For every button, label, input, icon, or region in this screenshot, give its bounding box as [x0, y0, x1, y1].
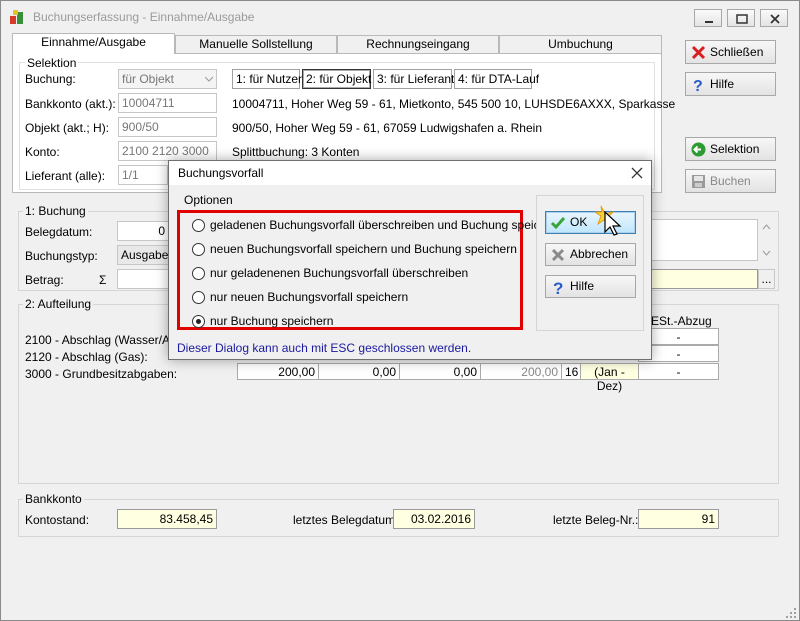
tab-strip: Einnahme/Ausgabe Manuelle Sollstellung R…	[12, 33, 662, 54]
resize-grip-icon[interactable]	[785, 607, 797, 619]
letzte-beleg-nr-label: letzte Beleg-Nr.:	[553, 513, 639, 527]
bankkonto-group-title: Bankkonto	[23, 492, 84, 506]
buchen-button[interactable]: Buchen	[685, 169, 776, 193]
radio-button[interactable]	[192, 243, 205, 256]
konto-info: Splittbuchung: 3 Konten	[232, 145, 360, 159]
tab-manuelle-sollstellung[interactable]: Manuelle Sollstellung	[175, 35, 337, 53]
selektion-title: Selektion	[25, 56, 79, 70]
maximize-button[interactable]	[727, 9, 755, 27]
buchung-group-title: 1: Buchung	[23, 204, 88, 218]
mouse-cursor-icon	[595, 205, 622, 236]
dialog-title: Buchungsvorfall	[178, 166, 264, 180]
dialog-button-panel: OK Abbrechen ? Hilfe	[536, 195, 644, 331]
row-3000-betrag[interactable]: 200,00	[237, 363, 319, 380]
letzte-beleg-nr-field: 91	[638, 509, 719, 529]
betrag-label: Betrag:	[25, 273, 64, 287]
svg-text:?: ?	[693, 78, 703, 92]
maximize-icon	[736, 14, 748, 24]
radio-button[interactable]	[192, 267, 205, 280]
row-3000-est: -	[638, 363, 719, 380]
help-icon: ?	[693, 78, 703, 92]
betrag-field[interactable]	[117, 269, 169, 289]
arrow-left-icon	[691, 142, 706, 157]
buchungstext-field[interactable]	[651, 219, 758, 261]
kontostand-field: 83.458,45	[117, 509, 217, 529]
fuer-lieferant-button[interactable]: 3: für Lieferant	[373, 69, 454, 89]
checkmark-icon	[550, 217, 566, 230]
betrag-sigma: Σ	[99, 273, 107, 287]
minimize-button[interactable]	[694, 9, 722, 27]
bankkonto-field[interactable]: 10004711	[118, 93, 217, 113]
row-3000-col4: 200,00	[480, 363, 562, 380]
bankkonto-label: Bankkonto (akt.):	[25, 97, 116, 111]
buchungstyp-combo[interactable]: Ausgabe	[117, 245, 169, 265]
svg-text:?: ?	[553, 279, 563, 295]
radio-button[interactable]	[192, 291, 205, 304]
buchungstyp-label: Buchungstyp:	[25, 249, 98, 263]
schliessen-button[interactable]: Schließen	[685, 40, 776, 64]
letztes-belegdatum-field: 03.02.2016	[393, 509, 475, 529]
help-icon: ?	[553, 279, 563, 295]
close-icon	[770, 14, 780, 24]
title-bar: Buchungserfassung - Einnahme/Ausgabe	[1, 1, 799, 31]
konto-field[interactable]: 2100 2120 3000	[118, 141, 217, 161]
aufteilung-row-2100-label: 2100 - Abschlag (Wasser/Abw	[25, 333, 186, 347]
belegdatum-field[interactable]: 0	[117, 221, 169, 241]
selektion-button[interactable]: Selektion	[685, 137, 776, 161]
bankkonto-info: 10004711, Hoher Weg 59 - 61, Mietkonto, …	[232, 97, 676, 111]
row-3000-col2[interactable]: 0,00	[318, 363, 400, 380]
kontostand-label: Kontostand:	[25, 513, 90, 527]
close-icon	[631, 167, 643, 179]
chevron-down-icon	[205, 76, 213, 82]
radio-button-selected[interactable]	[192, 315, 205, 328]
aufteilung-group-title: 2: Aufteilung	[23, 297, 94, 311]
window-title: Buchungserfassung - Einnahme/Ausgabe	[33, 10, 255, 24]
est-abzug-header: ESt.-Abzug	[651, 314, 712, 328]
minimize-icon	[705, 21, 713, 23]
buchungstext-scrollbar[interactable]	[758, 219, 775, 261]
aufteilung-row-2120-label: 2120 - Abschlag (Gas):	[25, 350, 148, 364]
dialog-hilfe-button[interactable]: ? Hilfe	[545, 275, 636, 298]
tab-einnahme-ausgabe[interactable]: Einnahme/Ausgabe	[12, 33, 175, 54]
betrag-extra-field[interactable]	[651, 269, 758, 289]
aufteilung-row-3000-label: 3000 - Grundbesitzabgaben:	[25, 367, 178, 381]
dialog-hint: Dieser Dialog kann auch mit ESC geschlos…	[177, 341, 472, 355]
hilfe-button[interactable]: ? Hilfe	[685, 72, 776, 96]
buchung-combo[interactable]: für Objekt	[118, 69, 217, 89]
cancel-x-icon	[551, 248, 565, 262]
close-button[interactable]	[760, 9, 788, 27]
abbrechen-button[interactable]: Abbrechen	[545, 243, 636, 266]
fuer-objekt-button[interactable]: 2: für Objekt	[302, 69, 371, 89]
dialog-body: Optionen geladenen Buchungsvorfall übers…	[169, 185, 651, 359]
dialog-close-button[interactable]	[627, 164, 647, 182]
tab-rechnungseingang[interactable]: Rechnungseingang	[337, 35, 499, 53]
radio-button[interactable]	[192, 219, 205, 232]
letztes-belegdatum-label: letztes Belegdatum:	[293, 513, 399, 527]
fuer-dta-lauf-button[interactable]: 4: für DTA-Lauf	[454, 69, 539, 89]
buchungsvorfall-dialog: Buchungsvorfall Optionen geladenen Buchu…	[168, 160, 652, 360]
save-icon	[692, 175, 705, 188]
tab-umbuchung[interactable]: Umbuchung	[499, 35, 662, 53]
close-x-icon	[691, 45, 706, 60]
objekt-info: 900/50, Hoher Weg 59 - 61, 67059 Ludwigs…	[232, 121, 542, 135]
objekt-label: Objekt (akt.; H):	[25, 121, 110, 135]
lieferant-label: Lieferant (alle):	[25, 169, 106, 183]
belegdatum-label: Belegdatum:	[25, 225, 93, 239]
row-3000-col3[interactable]: 0,00	[399, 363, 481, 380]
lieferant-field[interactable]: 1/1	[118, 165, 168, 185]
betrag-ellipsis-button[interactable]: ...	[758, 269, 775, 289]
objekt-field[interactable]: 900/50	[118, 117, 217, 137]
optionen-group-title: Optionen	[184, 193, 233, 207]
konto-label: Konto:	[25, 145, 60, 159]
optionen-highlight-frame: geladenen Buchungsvorfall überschreiben …	[177, 210, 564, 330]
main-window: Buchungserfassung - Einnahme/Ausgabe Ein…	[0, 0, 800, 621]
app-logo-icon	[10, 10, 23, 24]
row-3000-col5: 16	[561, 363, 581, 380]
fuer-nutzer-button[interactable]: 1: für Nutzer	[232, 69, 302, 89]
scroll-arrows-icon	[762, 224, 771, 256]
row-3000-zeitraum: (Jan - Dez)	[580, 363, 639, 393]
buchung-label: Buchung:	[25, 72, 76, 86]
